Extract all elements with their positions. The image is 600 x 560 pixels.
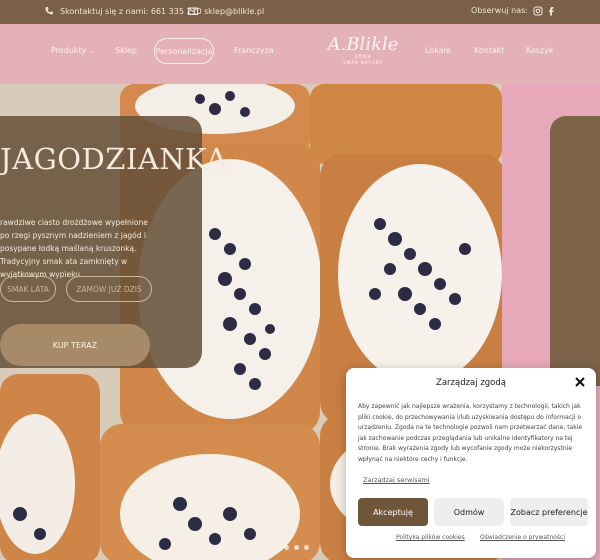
manage-services-link[interactable]: Zarządzaj serwisami [363,476,430,484]
logo-brand: A.Blikle [327,34,399,55]
email-text: sklep@blikle.pl [204,6,265,16]
next-slide-card[interactable] [550,116,600,386]
mail-icon [188,7,198,15]
slider-dot[interactable] [284,545,289,550]
cookie-title: Zarządzaj zgodą [436,378,506,388]
email-contact[interactable]: sklep@blikle.pl [188,6,264,16]
kup-teraz-button[interactable]: KUP TERAZ [0,324,150,366]
deny-button[interactable]: Odmów [434,498,504,526]
slider-dot[interactable] [294,545,299,550]
phone-contact[interactable]: Skontaktuj się z nami: 661 335 210 [44,6,202,16]
top-bar: Skontaktuj się z nami: 661 335 210 sklep… [0,0,600,24]
zamow-button[interactable]: ZAMÓW JUŻ DZIŚ [66,276,152,302]
hero-description: rawdziwe ciasto drożdżowe wypełnione po … [0,218,148,279]
chevron-down-icon: ⌄ [88,48,94,55]
close-icon[interactable] [574,376,586,388]
nav-koszyk[interactable]: Koszyk [526,46,553,55]
preferences-button[interactable]: Zobacz preferencje [510,498,588,526]
nav-kontakt[interactable]: Kontakt [474,46,505,55]
instagram-icon[interactable] [533,6,543,16]
cookie-consent-dialog: Zarządzaj zgodą Aby zapewnić jak najleps… [346,368,596,558]
nav-lokale[interactable]: Lokale [425,46,451,55]
phone-text: Skontaktuj się z nami: 661 335 210 [60,6,202,16]
nav-produkty[interactable]: Produkty ⌄ [51,46,94,55]
follow-text: Obserwuj nas: [471,6,528,15]
slider-dots [284,545,309,550]
brand-logo[interactable]: A.Blikle 1869 SMAK NATURY [318,36,408,72]
nav-sklep[interactable]: Sklep [115,46,137,55]
nav-franczyza[interactable]: Franczyza [234,46,274,55]
facebook-icon[interactable] [546,6,556,16]
cookie-text: Aby zapewnić jak najlepsze wrażenia, kor… [358,403,583,463]
follow-label: Obserwuj nas: [471,6,528,15]
hero-title: JAGODZIANKA [0,142,228,176]
main-nav: Produkty ⌄ Sklep Personalizacja Franczyz… [0,24,600,84]
phone-icon [45,7,53,15]
nav-produkty-label: Produkty [51,46,87,55]
cookie-policy-link[interactable]: Polityka plików cookies [396,534,465,541]
privacy-statement-link[interactable]: Oświadczenie o prywatności [480,534,565,541]
slider-dot[interactable] [304,545,309,550]
logo-tagline: SMAK NATURY [343,60,383,65]
smak-lata-button[interactable]: SMAK LATA [0,276,56,302]
hero-card: JAGODZIANKA rawdziwe ciasto drożdżowe wy… [0,116,227,368]
nav-personalizacja[interactable]: Personalizacja [154,38,214,64]
accept-button[interactable]: Akceptuję [358,498,428,526]
